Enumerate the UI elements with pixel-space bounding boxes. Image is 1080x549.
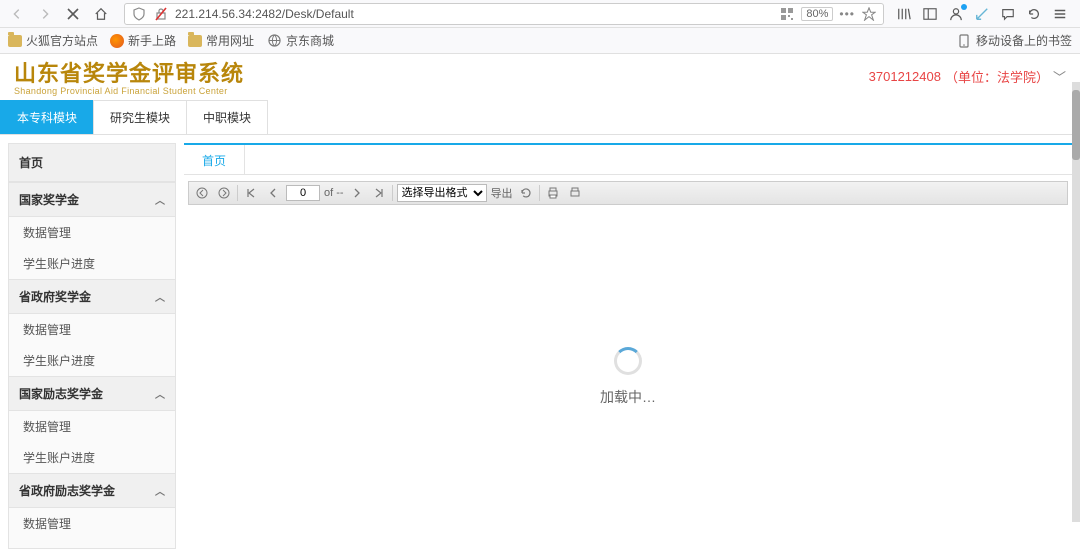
home-button[interactable] xyxy=(90,3,112,25)
lock-insecure-icon xyxy=(153,6,169,22)
sidebar: 首页 国家奖学金︿ 数据管理 学生账户进度 省政府奖学金︿ 数据管理 学生账户进… xyxy=(8,143,176,549)
bookmarks-bar: 火狐官方站点 新手上路 常用网址 京东商城 移动设备上的书签 xyxy=(0,28,1080,54)
sidebar-item-data-mgmt[interactable]: 数据管理 xyxy=(9,314,175,345)
shield-icon xyxy=(131,6,147,22)
sidebar-section-national-aspiration[interactable]: 国家励志奖学金︿ xyxy=(9,376,175,411)
chevron-up-icon: ︿ xyxy=(155,289,165,304)
content-tab-home[interactable]: 首页 xyxy=(184,145,245,174)
bookmark-star-icon[interactable] xyxy=(861,6,877,22)
extension1-icon[interactable] xyxy=(974,6,990,22)
globe-icon xyxy=(266,33,282,49)
spinner-icon xyxy=(614,347,642,375)
nav-back-round-icon[interactable] xyxy=(193,184,211,202)
last-page-icon[interactable] xyxy=(370,184,388,202)
mobile-icon xyxy=(956,33,972,49)
url-bar[interactable]: 221.214.56.34:2482/Desk/Default 80% ••• xyxy=(124,3,884,25)
export-format-select[interactable]: 选择导出格式 xyxy=(397,184,487,202)
bookmark-item[interactable]: 新手上路 xyxy=(110,32,176,49)
sidebar-section-provincial-aspiration[interactable]: 省政府励志奖学金︿ xyxy=(9,473,175,508)
forward-button[interactable] xyxy=(34,3,56,25)
separator xyxy=(539,185,540,201)
stop-button[interactable] xyxy=(62,3,84,25)
prev-page-icon[interactable] xyxy=(264,184,282,202)
account-icon[interactable] xyxy=(948,6,964,22)
content-tabs: 首页 xyxy=(184,145,1072,175)
separator xyxy=(392,185,393,201)
chat-icon[interactable] xyxy=(1000,6,1016,22)
first-page-icon[interactable] xyxy=(242,184,260,202)
bookmark-item[interactable]: 常用网址 xyxy=(188,32,254,49)
chevron-up-icon: ︿ xyxy=(155,192,165,207)
sidebar-item-student-progress[interactable]: 学生账户进度 xyxy=(9,442,175,473)
qr-icon[interactable] xyxy=(779,6,795,22)
library-icon[interactable] xyxy=(896,6,912,22)
back-button[interactable] xyxy=(6,3,28,25)
sidebar-item-student-progress[interactable]: 学生账户进度 xyxy=(9,539,175,549)
chevron-down-icon: ﹀ xyxy=(1053,67,1066,86)
report-toolbar: of -- 选择导出格式 导出 xyxy=(188,181,1068,205)
content-area: 首页 of -- 选择导出格式 导出 加载中… xyxy=(184,143,1072,549)
page-of-label: of -- xyxy=(324,187,344,199)
print-icon[interactable] xyxy=(544,184,562,202)
bookmark-item[interactable]: 京东商城 xyxy=(266,32,334,49)
sidebar-item-data-mgmt[interactable]: 数据管理 xyxy=(9,508,175,539)
sidebar-item-student-progress[interactable]: 学生账户进度 xyxy=(9,248,175,279)
refresh2-icon[interactable] xyxy=(1026,6,1042,22)
logo-title: 山东省奖学金评审系统 xyxy=(14,56,244,88)
loading-text: 加载中… xyxy=(600,387,656,407)
sidebar-section-provincial[interactable]: 省政府奖学金︿ xyxy=(9,279,175,314)
sidebar-home[interactable]: 首页 xyxy=(9,144,175,182)
menu-icon[interactable] xyxy=(1052,6,1068,22)
folder-icon xyxy=(8,35,22,47)
user-info[interactable]: 3701212408 （单位：法学院） ﹀ xyxy=(869,67,1066,86)
module-tab-undergrad[interactable]: 本专科模块 xyxy=(0,100,94,134)
user-id: 3701212408 xyxy=(869,69,941,84)
firefox-icon xyxy=(110,34,124,48)
zoom-badge[interactable]: 80% xyxy=(801,7,833,21)
module-tabs: 本专科模块 研究生模块 中职模块 xyxy=(0,100,1080,135)
separator xyxy=(237,185,238,201)
main-area: 首页 国家奖学金︿ 数据管理 学生账户进度 省政府奖学金︿ 数据管理 学生账户进… xyxy=(0,143,1080,549)
scrollbar[interactable] xyxy=(1072,82,1080,522)
loading-area: 加载中… xyxy=(184,205,1072,549)
nav-fwd-round-icon[interactable] xyxy=(215,184,233,202)
module-tab-graduate[interactable]: 研究生模块 xyxy=(93,100,187,134)
chevron-up-icon: ︿ xyxy=(155,483,165,498)
bookmark-item[interactable]: 火狐官方站点 xyxy=(8,32,98,49)
page-number-input[interactable] xyxy=(286,185,320,201)
url-text: 221.214.56.34:2482/Desk/Default xyxy=(175,7,773,21)
user-unit: （单位：法学院） xyxy=(945,67,1049,86)
sidebar-icon[interactable] xyxy=(922,6,938,22)
mobile-bookmarks[interactable]: 移动设备上的书签 xyxy=(956,32,1072,49)
logo: 山东省奖学金评审系统 Shandong Provincial Aid Finan… xyxy=(14,56,244,96)
sidebar-item-data-mgmt[interactable]: 数据管理 xyxy=(9,411,175,442)
browser-right-icons xyxy=(896,6,1074,22)
folder-icon xyxy=(188,35,202,47)
refresh-report-icon[interactable] xyxy=(517,184,535,202)
module-tab-vocational[interactable]: 中职模块 xyxy=(186,100,268,134)
logo-subtitle: Shandong Provincial Aid Financial Studen… xyxy=(14,86,244,96)
next-page-icon[interactable] xyxy=(348,184,366,202)
more-icon[interactable]: ••• xyxy=(839,7,855,21)
browser-nav-bar: 221.214.56.34:2482/Desk/Default 80% ••• xyxy=(0,0,1080,28)
sidebar-item-student-progress[interactable]: 学生账户进度 xyxy=(9,345,175,376)
sidebar-item-data-mgmt[interactable]: 数据管理 xyxy=(9,217,175,248)
sidebar-section-national[interactable]: 国家奖学金︿ xyxy=(9,182,175,217)
chevron-up-icon: ︿ xyxy=(155,386,165,401)
export-label[interactable]: 导出 xyxy=(491,185,513,201)
page-header: 山东省奖学金评审系统 Shandong Provincial Aid Finan… xyxy=(0,54,1080,94)
scrollbar-thumb[interactable] xyxy=(1072,90,1080,160)
print-current-icon[interactable] xyxy=(566,184,584,202)
